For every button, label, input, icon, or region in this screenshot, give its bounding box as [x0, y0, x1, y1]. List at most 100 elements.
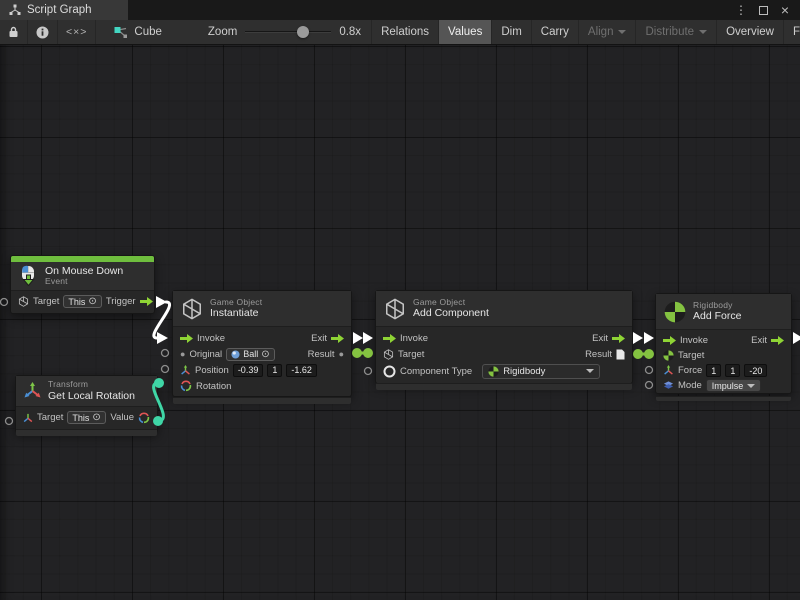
position-y-field[interactable]: 1: [267, 364, 282, 377]
component-type-label: Component Type: [400, 366, 472, 377]
mouse-down-icon: [19, 265, 38, 286]
force-mode-dropdown[interactable]: Impulse: [706, 379, 762, 392]
node-add-component[interactable]: Game Object Add Component Invoke Exit: [375, 290, 633, 384]
result-label: Result: [585, 349, 612, 360]
toolbar-button-carry[interactable]: Carry: [531, 20, 578, 44]
menu-kebab-icon[interactable]: ⋮: [732, 1, 750, 19]
position-label: Position: [195, 365, 229, 376]
close-icon[interactable]: ×: [776, 1, 794, 19]
force-x-field[interactable]: 1: [706, 364, 721, 377]
zoom-label: Zoom: [208, 26, 237, 38]
field-value: -20: [749, 366, 762, 376]
zoom-control: Zoom 0.8x: [198, 20, 371, 44]
toolbar-button-values[interactable]: Values: [438, 20, 491, 44]
button-label: Values: [448, 26, 482, 38]
graph-target-button[interactable]: Cube: [106, 20, 170, 44]
lock-icon: [8, 26, 19, 38]
tab-script-graph[interactable]: Script Graph: [0, 0, 128, 20]
port-row-mode: Mode Impulse: [656, 378, 791, 393]
value-port-icon: ●: [339, 350, 344, 359]
button-label: Dim: [501, 26, 521, 38]
lock-button[interactable]: [0, 20, 28, 44]
object-picker-icon[interactable]: ⊙: [92, 412, 100, 423]
toolbar-button-dim[interactable]: Dim: [491, 20, 530, 44]
node-category: Transform: [48, 380, 135, 390]
node-title: Add Component: [413, 307, 489, 319]
toolbar-button-relations[interactable]: Relations: [371, 20, 438, 44]
game-object-icon: [384, 298, 406, 320]
field-value: 1: [711, 366, 716, 376]
node-instantiate[interactable]: Game Object Instantiate Invoke Exit ●: [172, 290, 352, 397]
position-z-field[interactable]: -1.62: [286, 364, 317, 377]
node-on-mouse-down[interactable]: On Mouse Down Event Target This ⊙ Trigge…: [10, 255, 155, 314]
zoom-slider-handle[interactable]: [297, 26, 309, 38]
rigidbody-icon: [664, 301, 686, 323]
button-label: Align: [588, 26, 614, 38]
exit-label: Exit: [311, 333, 327, 344]
tab-title: Script Graph: [27, 4, 92, 16]
value-port-icon: ●: [180, 350, 185, 359]
button-label: Distribute: [645, 26, 694, 38]
component-type-dropdown[interactable]: Rigidbody: [482, 364, 600, 379]
code-view-button[interactable]: <×>: [58, 20, 96, 44]
flow-arrow-icon: [140, 297, 153, 306]
force-mode-icon: [663, 380, 674, 391]
port-row-position: Position -0.39 1 -1.62: [173, 362, 351, 378]
port-row-target-trigger: Target This ⊙ Trigger: [11, 294, 154, 310]
port-row-invoke-exit: Invoke Exit: [656, 333, 791, 348]
flow-arrow-icon: [180, 334, 193, 343]
window-controls: ⋮ ×: [732, 0, 800, 20]
port-row-target-value: Target This ⊙ Value: [16, 410, 157, 426]
caret-down-icon: [586, 369, 594, 373]
flow-arrow-icon: [383, 334, 396, 343]
port-row-original-result: ● Original Ball ⊙ Result ●: [173, 346, 351, 362]
original-object-chip[interactable]: Ball ⊙: [226, 348, 274, 361]
node-title: Add Force: [693, 310, 741, 322]
document-icon: [616, 349, 625, 360]
script-graph-icon: [9, 4, 21, 16]
object-picker-icon[interactable]: ⊙: [261, 349, 269, 360]
button-label: Full Screen: [793, 26, 800, 38]
toolbar-button-align[interactable]: Align: [578, 20, 636, 44]
port-row-target: Target: [656, 348, 791, 363]
original-label: Original: [189, 349, 222, 360]
node-add-force[interactable]: Rigidbody Add Force Invoke Exit: [655, 293, 792, 394]
target-this-chip[interactable]: This ⊙: [67, 411, 105, 424]
object-picker-icon[interactable]: ⊙: [88, 296, 96, 307]
script-graph-window: Script Graph ⋮ × <×>: [0, 0, 800, 600]
toolbar-button-overview[interactable]: Overview: [716, 20, 783, 44]
value-label: Value: [110, 412, 134, 423]
button-label: Relations: [381, 26, 429, 38]
graph-asset-icon: [114, 26, 128, 39]
field-value: -1.62: [291, 365, 312, 375]
maximize-icon[interactable]: [754, 1, 772, 19]
position-x-field[interactable]: -0.39: [233, 364, 264, 377]
dropdown-value: Rigidbody: [503, 366, 545, 377]
node-category: Rigidbody: [693, 301, 741, 311]
mode-label: Mode: [678, 380, 702, 391]
node-title: Get Local Rotation: [48, 390, 135, 402]
force-label: Force: [678, 365, 702, 376]
flow-arrow-icon: [663, 336, 676, 345]
rigidbody-icon: [663, 350, 674, 361]
node-category: Game Object: [210, 298, 262, 308]
type-circle-icon: [383, 365, 396, 378]
button-label: Carry: [541, 26, 569, 38]
force-y-field[interactable]: 1: [725, 364, 740, 377]
zoom-slider[interactable]: [245, 26, 331, 38]
flow-arrow-icon: [612, 334, 625, 343]
node-get-local-rotation[interactable]: Transform Get Local Rotation Target This…: [15, 375, 158, 433]
result-label: Result: [308, 349, 335, 360]
toolbar-button-distribute[interactable]: Distribute: [635, 20, 716, 44]
target-this-chip[interactable]: This ⊙: [63, 295, 101, 308]
invoke-label: Invoke: [197, 333, 225, 344]
exit-label: Exit: [592, 333, 608, 344]
toolbar-button-full-screen[interactable]: Full Screen: [783, 20, 800, 44]
port-row-rotation: Rotation: [173, 378, 351, 394]
force-z-field[interactable]: -20: [744, 364, 767, 377]
code-view-icon: <×>: [66, 26, 87, 38]
target-label: Target: [678, 350, 704, 361]
flow-arrow-icon: [771, 336, 784, 345]
info-button[interactable]: [28, 20, 58, 44]
title-bar: Script Graph ⋮ ×: [0, 0, 800, 20]
